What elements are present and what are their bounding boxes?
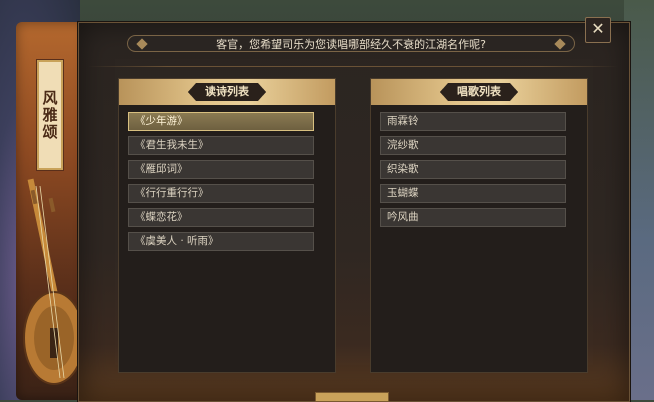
- divider: [88, 66, 618, 67]
- song-list: 雨霖铃浣纱歌织染歌玉蝴蝶吟风曲: [371, 105, 587, 227]
- poem-list-item[interactable]: 《行行重行行》: [128, 184, 314, 203]
- song-list-item[interactable]: 雨霖铃: [380, 112, 566, 131]
- poem-list-item[interactable]: 《虞美人 · 听雨》: [128, 232, 314, 251]
- song-list-item[interactable]: 织染歌: [380, 160, 566, 179]
- question-bar: 客官，您希望司乐为您读唱哪部经久不衰的江湖名作呢?: [127, 35, 575, 52]
- poem-list-title: 读诗列表: [188, 83, 266, 101]
- poem-list-item[interactable]: 《雁邱词》: [128, 160, 314, 179]
- poem-list-panel: 读诗列表 《少年游》《君生我未生》 《雁邱词》《行行重行行》 《蝶恋花》《虞美人 ·…: [118, 78, 336, 373]
- side-title-banner: 风雅颂: [36, 59, 64, 171]
- question-text: 客官，您希望司乐为您读唱哪部经久不衰的江湖名作呢?: [216, 38, 486, 51]
- side-title: 风雅颂: [40, 89, 59, 141]
- song-list-header: 唱歌列表: [371, 79, 587, 105]
- poem-list-item[interactable]: 《少年游》: [128, 112, 314, 131]
- lute-icon: [23, 178, 82, 385]
- song-list-item[interactable]: 玉蝴蝶: [380, 184, 566, 203]
- bottom-confirm-tab[interactable]: [315, 392, 389, 402]
- diamond-ornament-icon: [136, 38, 148, 50]
- song-list-item[interactable]: 浣纱歌: [380, 136, 566, 155]
- poem-list-item[interactable]: 《君生我未生》: [128, 136, 314, 155]
- song-list-title: 唱歌列表: [440, 83, 518, 101]
- poem-list-item[interactable]: 《蝶恋花》: [128, 208, 314, 227]
- song-list-panel: 唱歌列表 雨霖铃浣纱歌织染歌玉蝴蝶吟风曲: [370, 78, 588, 373]
- close-button[interactable]: ✕: [585, 17, 611, 43]
- poem-list: 《少年游》《君生我未生》 《雁邱词》《行行重行行》 《蝶恋花》《虞美人 · 听雨》: [119, 105, 335, 251]
- song-list-item[interactable]: 吟风曲: [380, 208, 566, 227]
- poem-list-header: 读诗列表: [119, 79, 335, 105]
- diamond-ornament-icon: [554, 38, 566, 50]
